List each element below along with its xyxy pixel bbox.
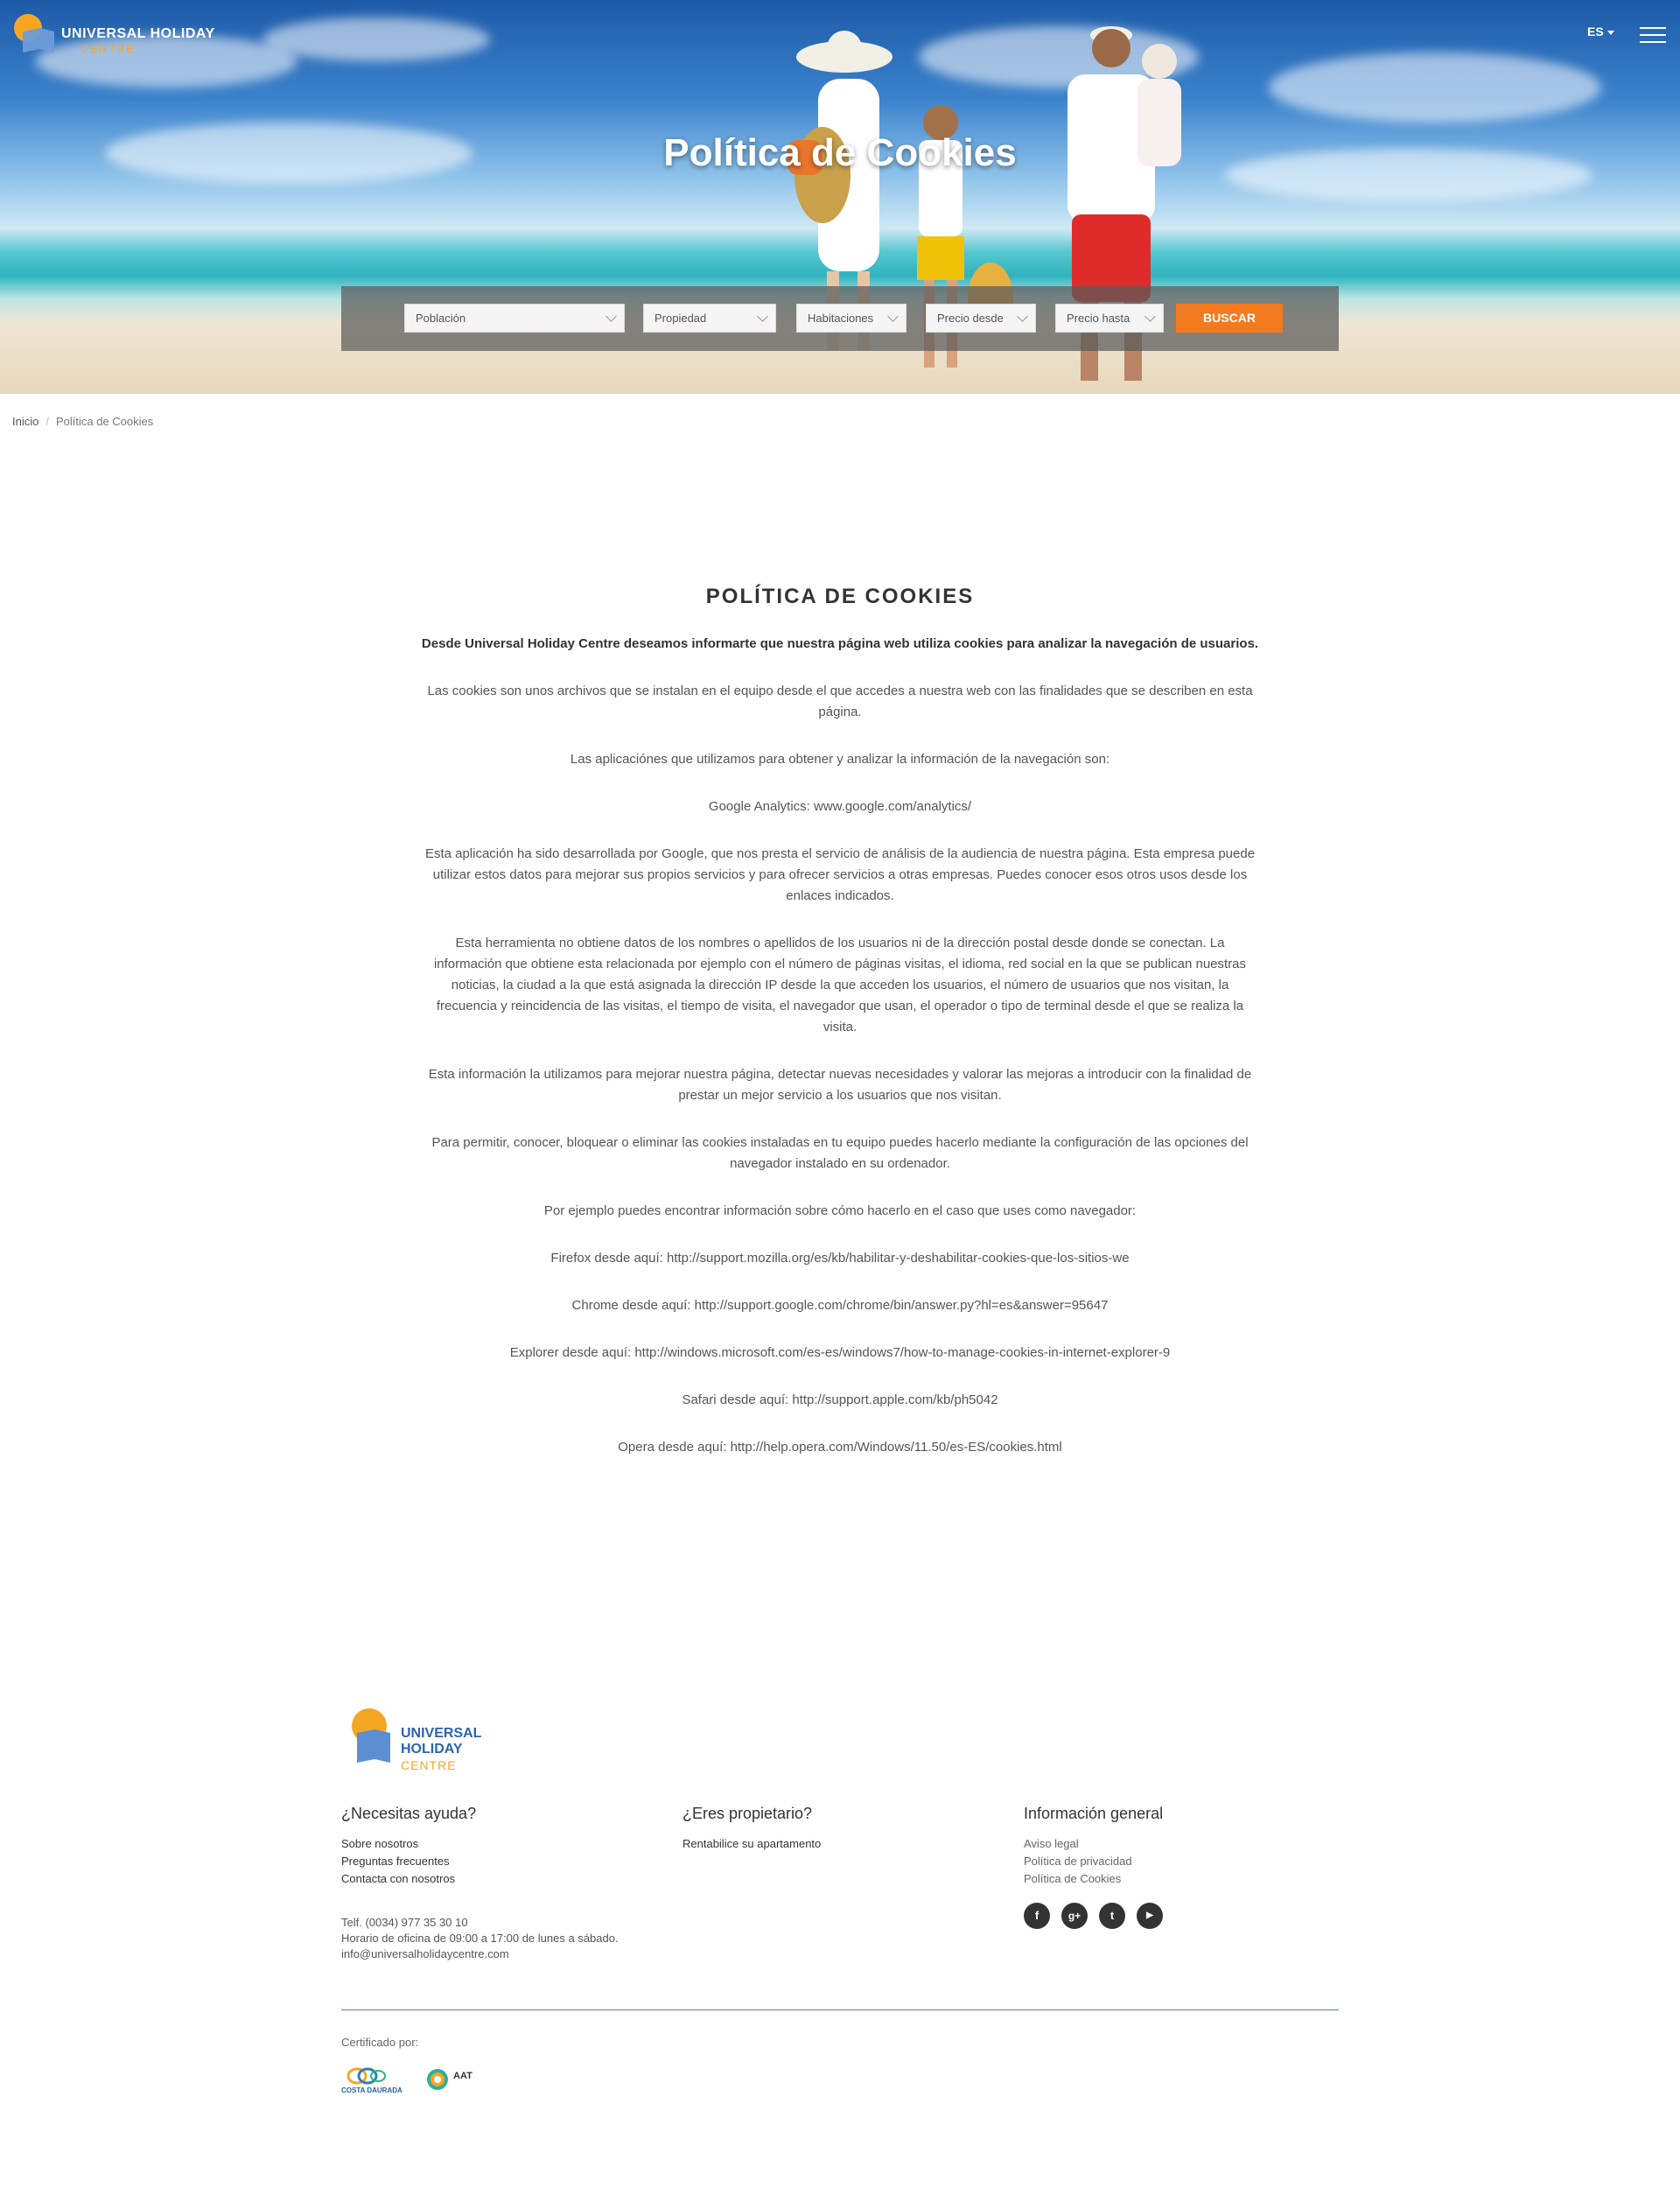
footer-link-legal[interactable]: Aviso legal: [1024, 1835, 1356, 1853]
site-logo[interactable]: UNIVERSAL HOLIDAY CENTRE: [10, 12, 215, 58]
poblacion-select[interactable]: Población: [404, 304, 625, 333]
contact-email[interactable]: info@universalholidaycentre.com: [341, 1946, 619, 1962]
footer-link-faq[interactable]: Preguntas frecuentes: [341, 1853, 674, 1870]
language-label: ES: [1587, 25, 1604, 39]
content-paragraph: Esta información la utilizamos para mejo…: [428, 1067, 1252, 1103]
footer-link-contact[interactable]: Contacta con nosotros: [341, 1870, 674, 1888]
chevron-down-icon: [887, 311, 899, 322]
costa-daurada-label: COSTA DAURADA: [341, 2086, 402, 2094]
footer-logo[interactable]: UNIVERSAL HOLIDAY CENTRE: [348, 1707, 481, 1785]
content-paragraph: Por ejemplo puedes encontrar información…: [543, 1203, 1137, 1218]
footer-logo-line3: CENTRE: [401, 1758, 457, 1772]
content-paragraph: Esta herramienta no obtiene datos de los…: [433, 936, 1247, 1034]
habitaciones-select[interactable]: Habitaciones: [796, 304, 906, 333]
propiedad-label: Propiedad: [654, 312, 707, 325]
hero-banner: UNIVERSAL HOLIDAY CENTRE ES Política de …: [0, 0, 1680, 394]
footer-link-cookies[interactable]: Política de Cookies: [1024, 1870, 1356, 1888]
google-plus-icon[interactable]: g+: [1061, 1903, 1088, 1929]
poblacion-label: Población: [416, 312, 466, 325]
footer-column-info: Información general Aviso legal Política…: [1024, 1805, 1356, 1888]
main-content: POLÍTICA DE COOKIES Desde Universal Holi…: [420, 585, 1260, 1484]
footer-link-privacy[interactable]: Política de privacidad: [1024, 1853, 1356, 1870]
precio-desde-select[interactable]: Precio desde: [926, 304, 1036, 333]
browser-link-opera[interactable]: Opera desde aquí: http://help.opera.com/…: [420, 1437, 1260, 1458]
aat-logo: AAT: [425, 2065, 499, 2095]
cloud: [262, 18, 490, 61]
search-bar: Población Propiedad Habitaciones Precio …: [341, 286, 1339, 351]
content-paragraph: Google Analytics: www.google.com/analyti…: [708, 799, 972, 814]
breadcrumb-current: Política de Cookies: [55, 415, 154, 428]
contact-hours: Horario de oficina de 09:00 a 17:00 de l…: [341, 1932, 619, 1945]
logo-subtext: CENTRE: [80, 42, 136, 55]
chevron-down-icon: [757, 311, 768, 322]
content-paragraph: Las aplicaciónes que utilizamos para obt…: [570, 752, 1110, 767]
footer-column-title: ¿Eres propietario?: [682, 1805, 813, 1822]
content-heading: POLÍTICA DE COOKIES: [705, 585, 975, 608]
footer-column-title: ¿Necesitas ayuda?: [341, 1805, 477, 1822]
caret-down-icon: [1606, 30, 1614, 35]
footer-logo-line2: HOLIDAY: [401, 1742, 463, 1757]
search-button[interactable]: BUSCAR: [1176, 304, 1283, 333]
precio-hasta-label: Precio hasta: [1067, 312, 1130, 325]
cloud: [1269, 53, 1601, 123]
footer-divider: [341, 2009, 1339, 2010]
habitaciones-label: Habitaciones: [808, 312, 874, 325]
propiedad-select[interactable]: Propiedad: [643, 304, 776, 333]
precio-hasta-select[interactable]: Precio hasta: [1055, 304, 1164, 333]
footer-contact: Telf. (0034) 977 35 30 10 Horario de ofi…: [341, 1915, 619, 1962]
contact-phone: Telf. (0034) 977 35 30 10: [341, 1916, 468, 1929]
youtube-icon[interactable]: ▶: [1137, 1903, 1163, 1929]
breadcrumb: Inicio / Política de Cookies: [12, 415, 153, 428]
chevron-down-icon: [606, 311, 617, 322]
browser-link-safari[interactable]: Safari desde aquí: http://support.apple.…: [420, 1390, 1260, 1411]
browser-link-explorer[interactable]: Explorer desde aquí: http://windows.micr…: [420, 1343, 1260, 1364]
footer-logo-line1: UNIVERSAL: [401, 1726, 482, 1741]
footer-column-owner: ¿Eres propietario? Rentabilice su aparta…: [682, 1805, 1015, 1853]
footer-column-title: Información general: [1024, 1805, 1164, 1822]
footer-column-help: ¿Necesitas ayuda? Sobre nosotros Pregunt…: [341, 1805, 674, 1888]
twitter-icon[interactable]: t: [1099, 1903, 1125, 1929]
chevron-down-icon: [1144, 311, 1156, 322]
content-paragraph: Esta aplicación ha sido desarrollada por…: [424, 846, 1256, 903]
breadcrumb-home-link[interactable]: Inicio: [12, 415, 38, 428]
cert-label: Certificado por:: [341, 2036, 419, 2049]
aat-label: AAT: [453, 2071, 472, 2081]
footer-link-rent[interactable]: Rentabilice su apartamento: [682, 1835, 1015, 1853]
footer-link-about[interactable]: Sobre nosotros: [341, 1835, 674, 1853]
language-selector[interactable]: ES: [1587, 25, 1614, 39]
browser-link-chrome[interactable]: Chrome desde aquí: http://support.google…: [420, 1295, 1260, 1316]
logo-text: UNIVERSAL HOLIDAY: [61, 26, 215, 41]
page-title: Política de Cookies: [663, 131, 1017, 174]
costa-daurada-logo: COSTA DAURADA: [341, 2065, 415, 2095]
logo-mark-icon: [14, 14, 54, 53]
content-paragraph: Desde Universal Holiday Centre deseamos …: [421, 636, 1259, 651]
content-paragraph: Las cookies son unos archivos que se ins…: [427, 684, 1253, 719]
facebook-icon[interactable]: f: [1024, 1903, 1050, 1929]
browser-link-firefox[interactable]: Firefox desde aquí: http://support.mozil…: [420, 1248, 1260, 1269]
content-paragraph: Para permitir, conocer, bloquear o elimi…: [431, 1135, 1249, 1171]
precio-desde-label: Precio desde: [937, 312, 1004, 325]
hamburger-icon[interactable]: [1640, 27, 1666, 43]
breadcrumb-separator: /: [46, 415, 49, 428]
chevron-down-icon: [1017, 311, 1028, 322]
